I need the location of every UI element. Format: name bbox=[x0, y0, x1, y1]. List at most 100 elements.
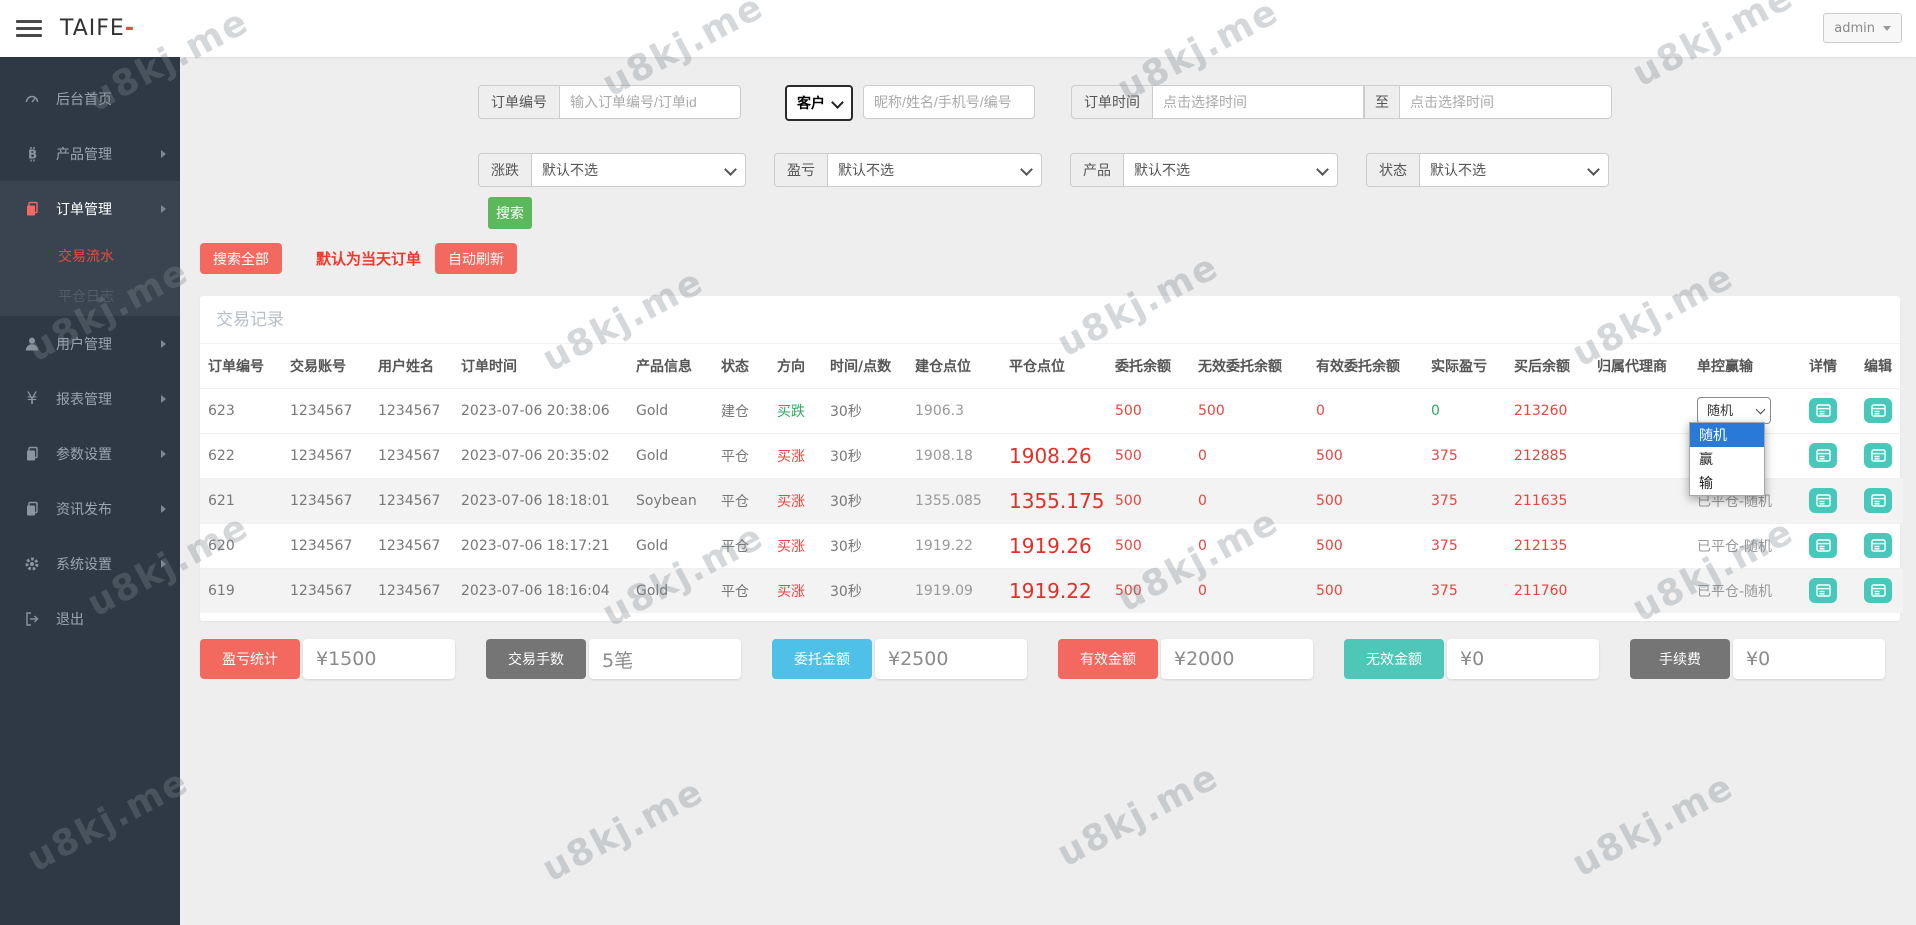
status-select[interactable]: 默认不选 bbox=[1419, 153, 1609, 187]
win-option-0[interactable]: 随机 bbox=[1690, 422, 1764, 447]
sidebar: 后台首页 B 产品管理 订单管理 交易流水 平仓日志 用户管理 ¥ 报表管理 参… bbox=[0, 57, 180, 925]
cell-win-control: 已平仓-随机 bbox=[1689, 522, 1801, 568]
sidebar-item-orders[interactable]: 订单管理 bbox=[0, 181, 180, 236]
cell-open: 1919.22 bbox=[907, 522, 1001, 568]
order-no-input[interactable] bbox=[559, 85, 741, 119]
edit-button[interactable] bbox=[1864, 578, 1892, 604]
cell-duration: 30秒 bbox=[822, 522, 907, 568]
logout-icon bbox=[22, 611, 42, 627]
table-row: 620 1234567 1234567 2023-07-06 18:17:21 Gold… bbox=[200, 522, 1903, 568]
table-row: 622 1234567 1234567 2023-07-06 20:35:02 Gold… bbox=[200, 432, 1903, 478]
detail-button[interactable] bbox=[1809, 488, 1837, 513]
rise-fall-select[interactable]: 默认不选 bbox=[531, 153, 746, 187]
sidebar-item-close-log[interactable]: 平仓日志 bbox=[0, 276, 180, 316]
bitcoin-icon: B bbox=[22, 146, 42, 162]
time-to-input[interactable] bbox=[1400, 85, 1612, 119]
cell-invalid: 500 bbox=[1190, 387, 1308, 433]
col-status: 状态 bbox=[721, 358, 749, 375]
cell-entrust: 500 bbox=[1107, 387, 1190, 433]
auto-refresh-button[interactable]: 自动刷新 bbox=[435, 243, 518, 274]
search-button[interactable]: 搜索 bbox=[488, 197, 532, 229]
chevron-right-icon bbox=[161, 559, 166, 568]
cell-agent bbox=[1589, 387, 1689, 433]
sidebar-item-news[interactable]: 资讯发布 bbox=[0, 481, 180, 536]
cell-direction: 买跌 bbox=[769, 387, 822, 433]
cell-balance: 212135 bbox=[1506, 522, 1589, 568]
cell-status: 平仓 bbox=[713, 432, 769, 478]
detail-button[interactable] bbox=[1809, 578, 1837, 604]
col-detail: 详情 bbox=[1809, 358, 1837, 375]
win-option-2[interactable]: 输 bbox=[1690, 471, 1764, 495]
cell-account: 1234567 bbox=[282, 387, 370, 433]
edit-button[interactable] bbox=[1864, 398, 1892, 423]
cell-close: 1919.22 bbox=[1001, 567, 1107, 613]
cell-open: 1906.3 bbox=[907, 387, 1001, 433]
cell-profit: 375 bbox=[1423, 522, 1506, 568]
cell-edit bbox=[1856, 432, 1903, 478]
col-agent: 归属代理商 bbox=[1597, 358, 1667, 375]
summary-group-1: 交易手数 5笔 bbox=[486, 639, 741, 679]
summary-label: 无效金额 bbox=[1344, 639, 1444, 679]
sidebar-item-reports[interactable]: ¥ 报表管理 bbox=[0, 371, 180, 426]
time-from-input[interactable] bbox=[1152, 85, 1364, 119]
cell-status: 平仓 bbox=[713, 477, 769, 523]
summary-value: ¥2500 bbox=[875, 639, 1027, 679]
edit-button[interactable] bbox=[1864, 488, 1892, 513]
search-all-button[interactable]: 搜索全部 bbox=[200, 243, 282, 274]
sidebar-item-params[interactable]: 参数设置 bbox=[0, 426, 180, 481]
sidebar-item-system[interactable]: 系统设置 bbox=[0, 536, 180, 591]
product-select[interactable]: 默认不选 bbox=[1123, 153, 1338, 187]
cell-win-control: 已平仓-随机 bbox=[1689, 567, 1801, 613]
detail-button[interactable] bbox=[1809, 533, 1837, 558]
cell-direction: 买涨 bbox=[769, 432, 822, 478]
cell-close: 1355.175 bbox=[1001, 477, 1107, 523]
cell-name: 1234567 bbox=[370, 477, 453, 523]
cell-order-no: 622 bbox=[200, 432, 282, 478]
summary-label: 委托金额 bbox=[772, 639, 872, 679]
cell-entrust: 500 bbox=[1107, 567, 1190, 613]
cell-profit: 375 bbox=[1423, 567, 1506, 613]
top-bar: TAIFE- admin bbox=[0, 0, 1916, 57]
rise-fall-group: 涨跌 默认不选 bbox=[478, 153, 746, 187]
customer-type-select[interactable]: 客户 bbox=[785, 85, 853, 121]
cell-invalid: 0 bbox=[1190, 477, 1308, 523]
sidebar-item-users[interactable]: 用户管理 bbox=[0, 316, 180, 371]
summary-label: 交易手数 bbox=[486, 639, 586, 679]
edit-button[interactable] bbox=[1864, 443, 1892, 468]
cell-duration: 30秒 bbox=[822, 477, 907, 523]
cell-close: 1908.26 bbox=[1001, 432, 1107, 478]
edit-button[interactable] bbox=[1864, 533, 1892, 558]
status-label: 状态 bbox=[1366, 153, 1419, 187]
cell-account: 1234567 bbox=[282, 567, 370, 613]
sidebar-item-products[interactable]: B 产品管理 bbox=[0, 126, 180, 181]
sidebar-item-dashboard[interactable]: 后台首页 bbox=[0, 71, 180, 126]
col-profit: 实际盈亏 bbox=[1431, 358, 1487, 375]
col-duration: 时间/点数 bbox=[830, 358, 892, 375]
win-option-1[interactable]: 赢 bbox=[1690, 447, 1764, 471]
col-win-control: 单控赢输 bbox=[1697, 358, 1753, 375]
hamburger-menu-icon[interactable] bbox=[16, 16, 42, 41]
sidebar-item-trade-flow[interactable]: 交易流水 bbox=[0, 236, 180, 276]
status-group: 状态 默认不选 bbox=[1366, 153, 1609, 187]
col-direction: 方向 bbox=[777, 358, 805, 375]
cell-duration: 30秒 bbox=[822, 387, 907, 433]
yen-icon: ¥ bbox=[26, 388, 38, 409]
admin-dropdown[interactable]: admin bbox=[1823, 13, 1902, 43]
cell-profit: 375 bbox=[1423, 432, 1506, 478]
chevron-right-icon bbox=[161, 339, 166, 348]
cell-status: 平仓 bbox=[713, 567, 769, 613]
card-title: 交易记录 bbox=[200, 296, 1900, 344]
cell-product: Gold bbox=[628, 432, 713, 478]
win-control-select[interactable]: 随机 bbox=[1697, 397, 1771, 424]
col-invalid: 无效委托余额 bbox=[1198, 358, 1282, 375]
detail-button[interactable] bbox=[1809, 443, 1837, 468]
col-close: 平仓点位 bbox=[1009, 358, 1065, 375]
profit-select[interactable]: 默认不选 bbox=[827, 153, 1042, 187]
cell-product: Soybean bbox=[628, 477, 713, 523]
cell-valid: 500 bbox=[1308, 522, 1423, 568]
nickname-input[interactable] bbox=[863, 85, 1035, 119]
sidebar-item-logout[interactable]: 退出 bbox=[0, 591, 180, 646]
cell-balance: 211760 bbox=[1506, 567, 1589, 613]
summary-group-3: 有效金额 ¥2000 bbox=[1058, 639, 1313, 679]
detail-button[interactable] bbox=[1809, 398, 1837, 423]
